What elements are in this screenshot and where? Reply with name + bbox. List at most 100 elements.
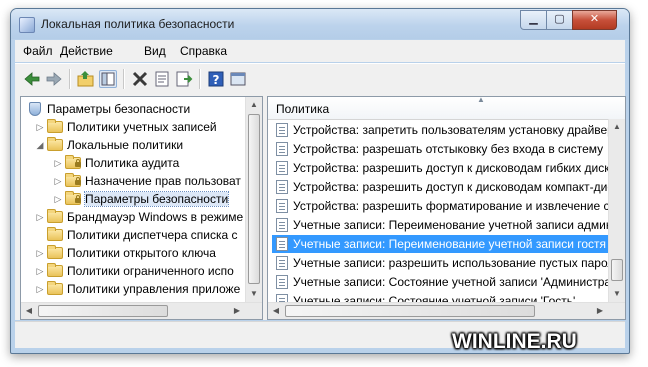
- folder-icon: [47, 227, 63, 241]
- title-bar[interactable]: Локальная политика безопасности ▁ ▢ ✕: [11, 9, 629, 39]
- list-vertical-scrollbar[interactable]: ▲ ▼: [608, 119, 625, 302]
- policy-setting-icon: [276, 180, 288, 194]
- tree-vertical-scrollbar[interactable]: ▲ ▼: [245, 97, 262, 302]
- policy-setting-icon: [276, 123, 288, 137]
- policy-name: Учетные записи: Переименование учетной з…: [293, 237, 607, 251]
- scroll-left-icon[interactable]: ◀: [21, 303, 37, 319]
- policy-setting-icon: [276, 218, 288, 232]
- policy-row[interactable]: Устройства: разрешить доступ к дисковода…: [272, 159, 612, 177]
- policy-name: Учетные записи: разрешить использование …: [293, 256, 612, 270]
- policy-setting-icon: [276, 275, 288, 289]
- locked-folder-icon: [65, 173, 81, 187]
- security-policy-app-icon: [19, 17, 35, 33]
- expand-arrow-icon[interactable]: ▷: [35, 280, 45, 298]
- folder-icon: [47, 245, 63, 259]
- toolbar-separator: [123, 69, 125, 89]
- close-button[interactable]: ✕: [572, 10, 617, 30]
- tree-item-software-restriction[interactable]: ▷ Политики ограниченного испо: [35, 262, 234, 280]
- expand-arrow-icon[interactable]: ▷: [53, 172, 63, 190]
- list-horizontal-scrollbar[interactable]: ◀ ▶: [268, 302, 625, 319]
- scroll-down-icon[interactable]: ▼: [609, 286, 625, 302]
- minimize-button[interactable]: ▁: [520, 10, 547, 30]
- expand-arrow-icon[interactable]: ▷: [35, 244, 45, 262]
- policy-name: Устройства: разрешать отстыковку без вхо…: [293, 142, 604, 156]
- tree-item-account-policies[interactable]: ▷ Политики учетных записей: [35, 118, 217, 136]
- policy-name: Учетные записи: Переименование учетной з…: [293, 218, 612, 232]
- expand-arrow-icon[interactable]: ▷: [53, 154, 63, 172]
- window-title: Локальная политика безопасности: [41, 17, 235, 31]
- tree-item-security-options[interactable]: ▷ Параметры безопасности: [53, 190, 230, 208]
- tree-pane[interactable]: Параметры безопасности ▷ Политики учетных…: [20, 96, 263, 320]
- expand-arrow-icon[interactable]: ▷: [35, 118, 45, 136]
- policy-name: Устройства: разрешить форматирование и и…: [293, 199, 612, 213]
- scroll-right-icon[interactable]: ▶: [592, 303, 608, 319]
- scroll-right-icon[interactable]: ▶: [229, 303, 245, 319]
- forward-arrow-icon[interactable]: [45, 70, 63, 88]
- back-arrow-icon[interactable]: [23, 70, 41, 88]
- folder-icon: [47, 209, 63, 223]
- tree-root[interactable]: Параметры безопасности: [25, 100, 190, 118]
- tree-item-app-control[interactable]: ▷ Политики управления приложе: [35, 280, 240, 298]
- scroll-up-icon[interactable]: ▲: [246, 97, 262, 113]
- scroll-thumb[interactable]: [38, 305, 168, 317]
- tree-item-audit-policy[interactable]: ▷ Политика аудита: [53, 154, 179, 172]
- policy-row[interactable]: Учетные записи: Переименование учетной з…: [272, 216, 612, 234]
- scroll-thumb[interactable]: [611, 259, 623, 281]
- tree-item-local-policies[interactable]: ◢ Локальные политики: [35, 136, 183, 154]
- policy-row[interactable]: Учетные записи: разрешить использование …: [272, 254, 612, 272]
- policy-row[interactable]: Устройства: запретить пользователям уста…: [272, 121, 612, 139]
- policy-name: Устройства: запретить пользователям уста…: [293, 123, 612, 137]
- scroll-thumb[interactable]: [285, 305, 535, 317]
- properties-icon[interactable]: [153, 70, 171, 88]
- scroll-thumb[interactable]: [248, 114, 260, 284]
- scroll-down-icon[interactable]: ▼: [246, 286, 262, 302]
- expand-arrow-icon[interactable]: ▷: [35, 208, 45, 226]
- help-icon[interactable]: ?: [207, 70, 225, 88]
- scroll-left-icon[interactable]: ◀: [268, 303, 284, 319]
- tree-item-firewall[interactable]: ▷ Брандмауэр Windows в режиме: [35, 208, 243, 226]
- policy-row[interactable]: Учетные записи: Состояние учетной записи…: [272, 273, 612, 291]
- policy-list-pane[interactable]: ▲ Политика Устройства: запретить пользов…: [267, 96, 626, 320]
- folder-icon: [47, 281, 63, 295]
- menu-view[interactable]: Вид: [144, 44, 166, 58]
- policy-setting-icon: [276, 199, 288, 213]
- policy-name: Устройства: разрешить доступ к дисковода…: [293, 161, 612, 175]
- toolbar-separator: [199, 69, 201, 89]
- collapse-arrow-icon[interactable]: ◢: [35, 136, 45, 154]
- policy-setting-icon: [276, 256, 288, 270]
- toolbar-separator: [69, 69, 71, 89]
- policy-setting-icon: [276, 237, 288, 251]
- security-settings-icon: [29, 102, 41, 116]
- policy-name: Учетные записи: Состояние учетной записи…: [293, 275, 612, 289]
- expand-arrow-icon[interactable]: ▷: [53, 190, 63, 208]
- folder-icon: [47, 137, 63, 151]
- maximize-button[interactable]: ▢: [546, 10, 573, 30]
- tree-horizontal-scrollbar[interactable]: ◀ ▶: [21, 302, 262, 319]
- tree-item-user-rights[interactable]: ▷ Назначение прав пользоват: [53, 172, 241, 190]
- content-area: Параметры безопасности ▷ Политики учетных…: [15, 94, 626, 320]
- show-tree-icon[interactable]: [99, 70, 117, 88]
- export-list-icon[interactable]: [175, 70, 193, 88]
- policy-row[interactable]: Устройства: разрешить доступ к дисковода…: [272, 178, 612, 196]
- policy-setting-icon: [276, 161, 288, 175]
- policy-row[interactable]: Учетные записи: Переименование учетной з…: [272, 235, 612, 253]
- main-window: Локальная политика безопасности ▁ ▢ ✕ Фа…: [10, 8, 630, 354]
- menu-bar: Файл Действие Вид Справка: [15, 40, 625, 62]
- console-icon[interactable]: [229, 70, 247, 88]
- menu-action[interactable]: Действие: [60, 44, 113, 58]
- locked-folder-icon: [65, 155, 81, 169]
- menu-help[interactable]: Справка: [180, 44, 227, 58]
- delete-icon[interactable]: [131, 70, 149, 88]
- tree-item-public-key[interactable]: ▷ Политики открытого ключа: [35, 244, 216, 262]
- folder-icon: [47, 119, 63, 133]
- menu-file[interactable]: Файл: [23, 44, 53, 58]
- policy-row[interactable]: Устройства: разрешить форматирование и и…: [272, 197, 612, 215]
- sort-arrow-icon: ▲: [477, 96, 485, 104]
- tree-item-network-list[interactable]: Политики диспетчера списка с: [35, 226, 238, 244]
- expand-arrow-icon[interactable]: ▷: [35, 262, 45, 280]
- locked-folder-icon: [65, 191, 81, 205]
- column-header-policy[interactable]: ▲ Политика: [268, 97, 625, 120]
- policy-row[interactable]: Устройства: разрешать отстыковку без вхо…: [272, 140, 612, 158]
- up-folder-icon[interactable]: [77, 70, 95, 88]
- scroll-up-icon[interactable]: ▲: [609, 119, 625, 135]
